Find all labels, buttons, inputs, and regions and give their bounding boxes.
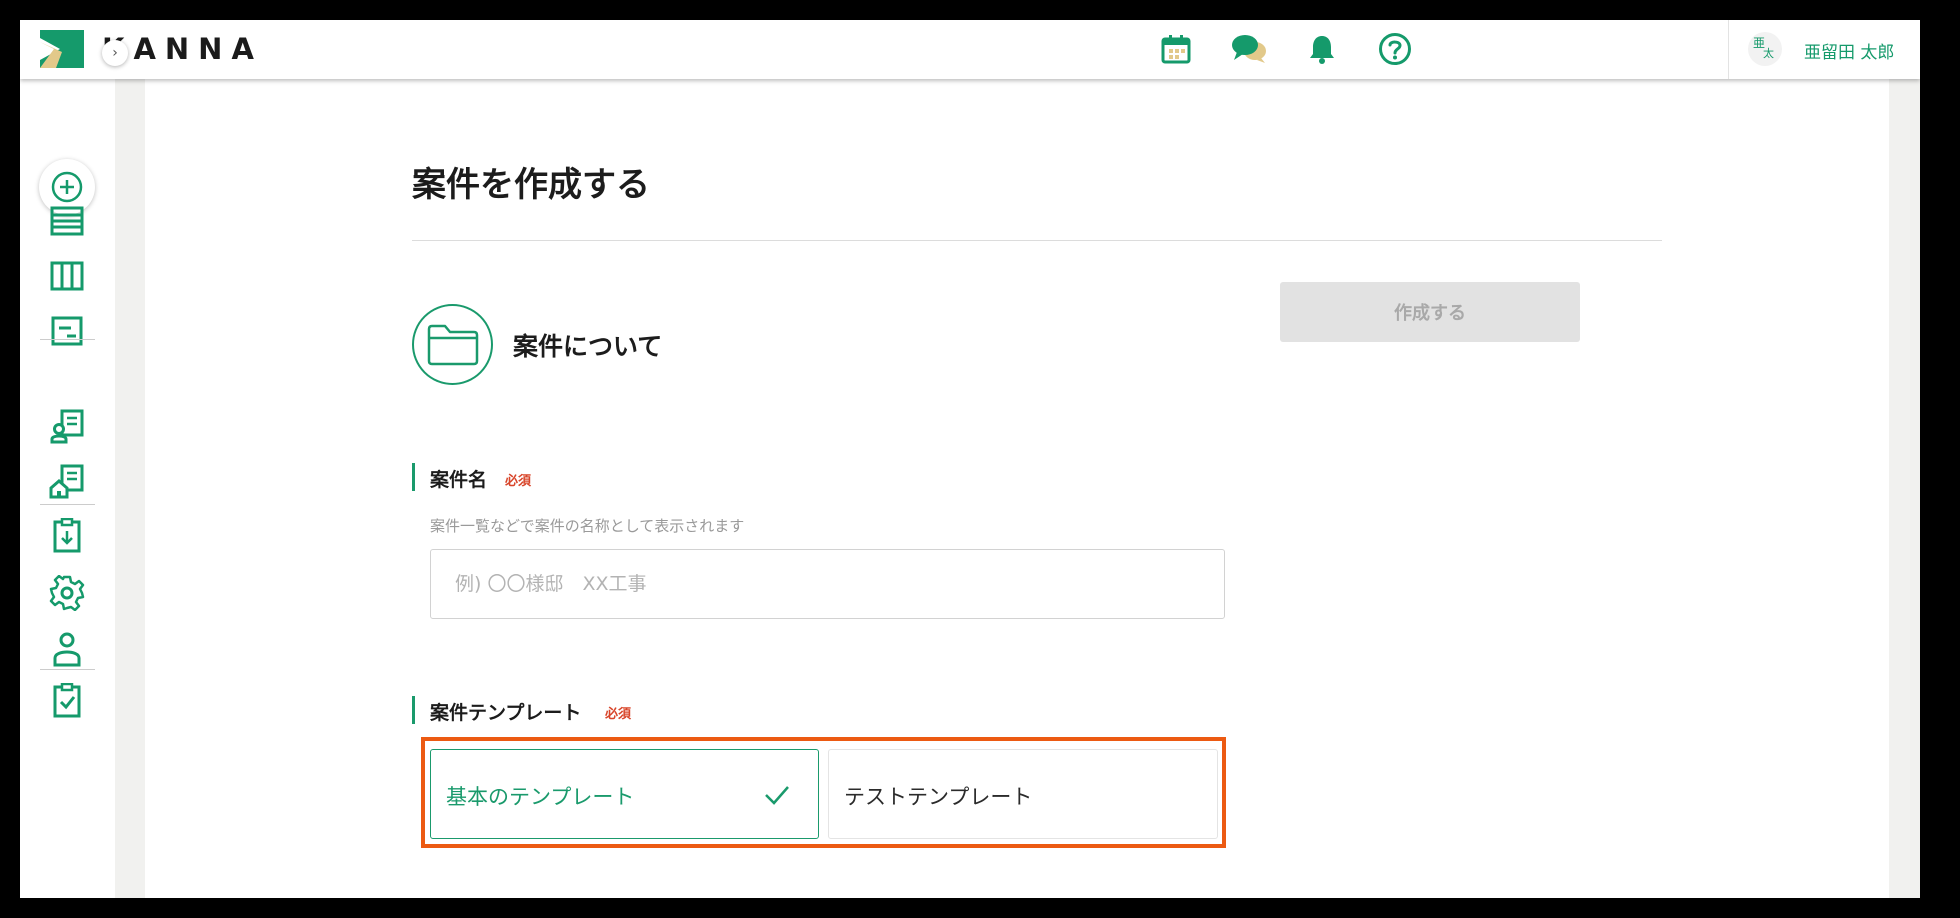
sidebar-item-download[interactable] [47,516,87,556]
page-title: 案件を作成する [412,165,650,205]
help-icon[interactable] [1376,30,1414,68]
required-badge: 必須 [605,707,632,722]
download-icon [53,518,81,553]
chat-icon[interactable] [1230,30,1268,68]
project-name-label: 案件名 [430,469,488,491]
board-icon [50,261,84,291]
top-header: KANNA 亜 太 亜留田 太郎 [20,20,1920,79]
sidebar-item-settings[interactable] [47,573,87,613]
template-option-label: 基本のテンプレート [446,785,635,809]
client-icon [50,409,84,444]
header-divider [1728,20,1729,79]
project-name-help-text: 案件一覧などで案件の名称として表示されます [430,517,745,535]
settings-icon [49,575,85,611]
create-button[interactable]: 作成する [1280,282,1580,342]
sidebar-divider [40,339,95,340]
sidebar-divider [40,669,95,670]
avatar-initial-bottom: 太 [1763,47,1774,60]
check-icon [765,786,789,805]
template-label: 案件テンプレート [430,702,582,724]
list-icon [50,206,84,236]
main-content: 案件を作成する 作成する 案件について 案件名 必須 案件一覧などで案件の名称と… [145,79,1889,898]
title-divider [412,240,1662,241]
sidebar-item-client[interactable] [47,406,87,446]
kanna-logo-icon[interactable] [40,30,84,68]
sidebar-item-user[interactable] [47,629,87,669]
left-gutter [115,79,145,898]
sidebar-toggle-button[interactable]: › [102,40,128,66]
user-name[interactable]: 亜留田 太郎 [1804,38,1894,63]
required-badge: 必須 [505,474,532,489]
sidebar-item-list[interactable] [47,201,87,241]
template-option-label: テストテンプレート [844,785,1033,809]
field-accent-bar [412,463,415,491]
report-icon [51,316,83,346]
project-name-input[interactable] [430,549,1225,619]
right-gutter [1889,79,1920,898]
sidebar-item-board[interactable] [47,256,87,296]
folder-icon [412,304,493,385]
sidebar [20,79,115,898]
template-option-basic[interactable]: 基本のテンプレート [430,749,819,839]
bell-icon[interactable] [1303,30,1341,68]
task-icon [53,683,81,718]
add-icon [51,171,83,203]
user-icon [53,632,81,667]
section-title: 案件について [513,332,663,361]
app-window: KANNA 亜 太 亜留田 太郎 › 案件を作成する 作成する 案件について 案… [20,20,1920,898]
sidebar-item-report[interactable] [47,311,87,351]
template-option-test[interactable]: テストテンプレート [828,749,1218,839]
property-icon [49,464,84,499]
field-accent-bar [412,696,415,724]
avatar[interactable]: 亜 太 [1748,32,1782,66]
sidebar-item-property[interactable] [47,461,87,501]
sidebar-item-task[interactable] [47,681,87,721]
sidebar-divider [40,504,95,505]
calendar-icon[interactable] [1157,30,1195,68]
